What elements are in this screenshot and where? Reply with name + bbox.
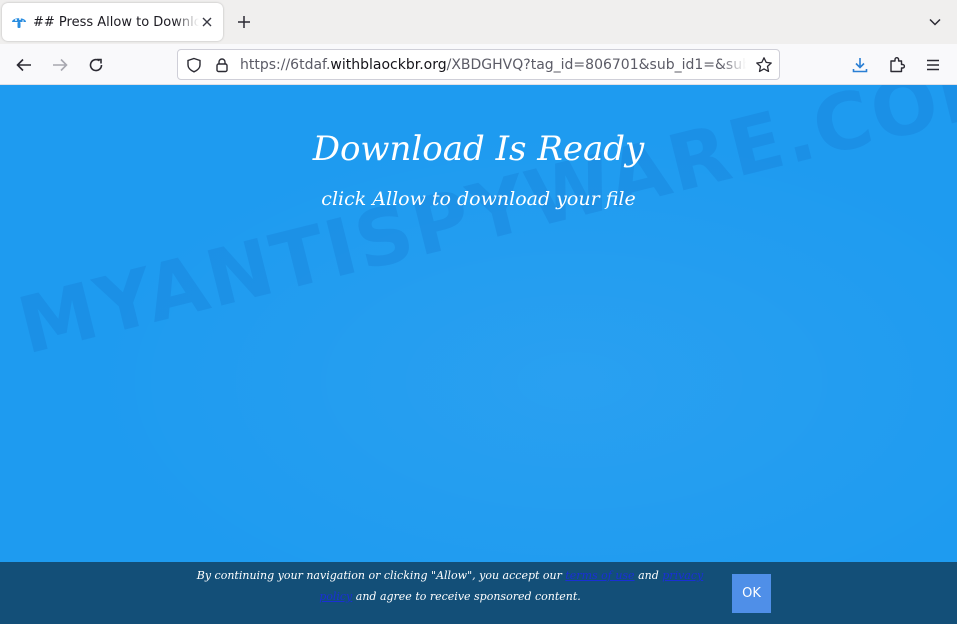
navigation-toolbar: https://6tdaf.withblaockbr.org/XBDGHVQ?t… [0, 44, 957, 85]
active-tab[interactable]: ## Press Allow to Download [2, 3, 223, 41]
forward-arrow-icon[interactable] [49, 54, 71, 76]
reload-icon[interactable] [85, 54, 107, 76]
consent-text: By continuing your navigation or clickin… [180, 565, 720, 607]
plus-icon[interactable] [234, 12, 254, 32]
consent-banner: By continuing your navigation or clickin… [0, 562, 957, 624]
consent-text-after: and agree to receive sponsored content. [352, 590, 581, 603]
url-text[interactable]: https://6tdaf.withblaockbr.org/XBDGHVQ?t… [240, 56, 746, 74]
lock-icon[interactable] [213, 56, 231, 74]
url-path: /XBDGHVQ?tag_id=806701&sub_id1=&sub_id2= [446, 57, 746, 73]
hamburger-icon[interactable] [922, 54, 944, 76]
page-title: Download Is Ready [312, 129, 645, 169]
consent-text-and: and [634, 569, 663, 582]
url-prefix: https://6tdaf. [240, 57, 331, 73]
page-content: MYANTISPYWARE.COM Download Is Ready clic… [0, 85, 957, 624]
back-arrow-icon[interactable] [13, 54, 35, 76]
tab-title: ## Press Allow to Download [33, 14, 199, 30]
close-icon[interactable] [199, 14, 215, 30]
puzzle-icon[interactable] [886, 54, 908, 76]
address-bar[interactable]: https://6tdaf.withblaockbr.org/XBDGHVQ?t… [177, 49, 780, 80]
shield-icon[interactable] [185, 56, 203, 74]
ok-button[interactable]: OK [732, 574, 771, 613]
chevron-down-icon[interactable] [925, 12, 945, 32]
mushroom-icon [11, 14, 27, 30]
download-icon[interactable] [849, 54, 871, 76]
page-subtitle: click Allow to download your file [321, 188, 636, 210]
terms-of-use-link[interactable]: terms of use [565, 569, 634, 582]
url-domain: withblaockbr.org [330, 57, 447, 73]
star-icon[interactable] [755, 56, 773, 74]
consent-text-before: By continuing your navigation or clickin… [196, 569, 566, 582]
tab-strip: ## Press Allow to Download [0, 0, 957, 44]
